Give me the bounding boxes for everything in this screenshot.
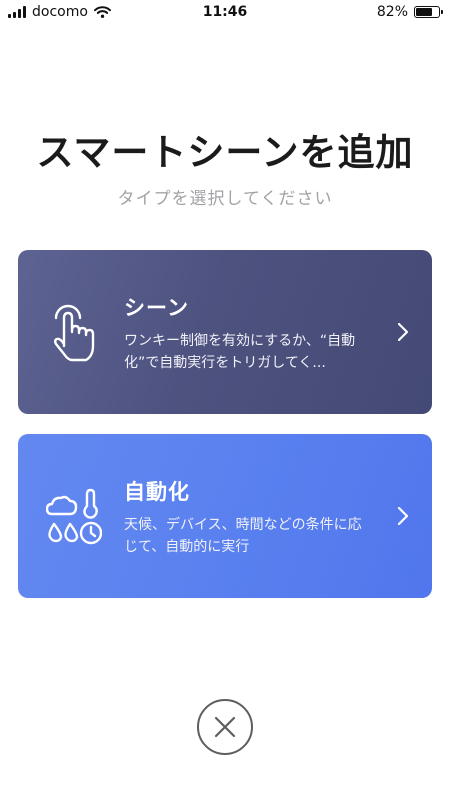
status-right: 82% [376, 4, 443, 20]
status-bar: docomo 11:46 82% [0, 0, 450, 26]
scene-card-title: シーン [124, 296, 189, 320]
close-button[interactable] [197, 699, 253, 755]
page-subtitle: タイプを選択してください [117, 189, 333, 209]
automation-card-description: 天候、デバイス、時間などの条件に応じて、自動的に実行 [124, 517, 362, 555]
page-title: スマートシーンを追加 [36, 131, 414, 174]
weather-clock-icon [46, 488, 102, 545]
chevron-right-icon [397, 322, 409, 342]
battery-fill [416, 8, 433, 16]
battery-icon [414, 6, 443, 18]
scene-card-description: ワンキー制御を有効にするか、“自動化”で自動実行をトリガしてく... [124, 333, 356, 371]
automation-card-title: 自動化 [124, 480, 190, 504]
scene-card[interactable]: シーン ワンキー制御を有効にするか、“自動化”で自動実行をトリガしてく... [18, 250, 432, 414]
automation-card[interactable]: 自動化 天候、デバイス、時間などの条件に応じて、自動的に実行 [18, 434, 432, 598]
tap-hand-icon [54, 304, 95, 362]
chevron-right-icon [397, 506, 409, 526]
battery-percent: 82% [376, 4, 408, 20]
close-icon [214, 716, 236, 738]
